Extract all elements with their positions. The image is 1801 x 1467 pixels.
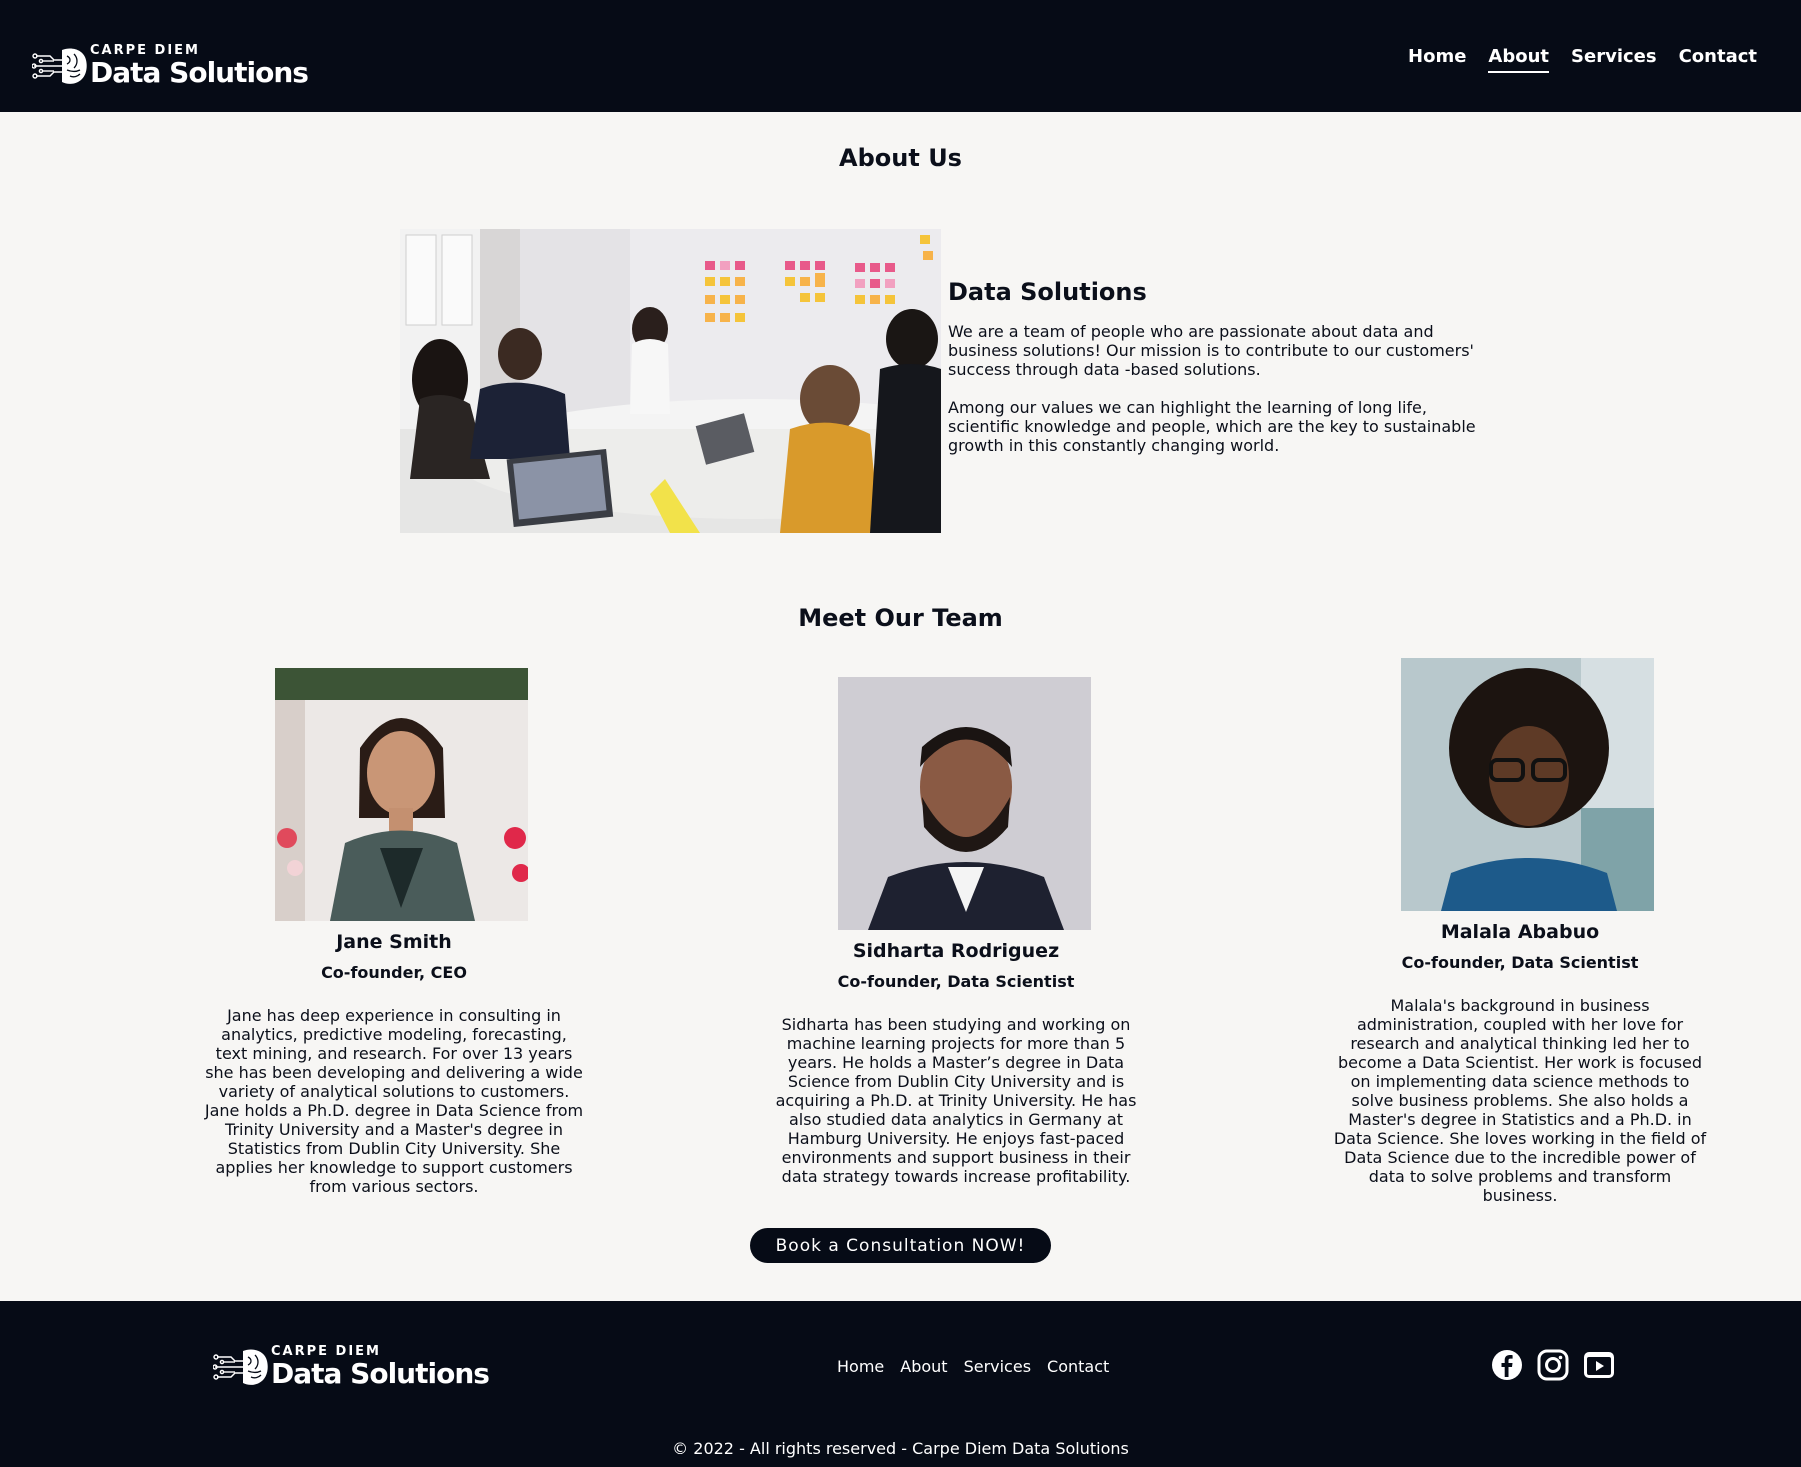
site-footer: CARPE DIEM Data Solutions Home About Ser… bbox=[0, 1301, 1801, 1467]
member-bio: Malala's background in business administ… bbox=[1333, 996, 1707, 1205]
about-heading: Data Solutions bbox=[948, 278, 1147, 306]
about-text-block: Data Solutions We are a team of people w… bbox=[948, 278, 1488, 474]
nav-home[interactable]: Home bbox=[1408, 46, 1466, 73]
member-name: Malala Ababuo bbox=[1440, 921, 1600, 943]
instagram-icon[interactable] bbox=[1537, 1349, 1569, 1381]
brain-circuit-icon bbox=[213, 1349, 268, 1385]
team-meeting-image bbox=[400, 229, 941, 533]
about-title: About Us bbox=[839, 144, 962, 172]
team-member-card: Jane Smith Co-founder, CEO Jane has deep… bbox=[204, 668, 584, 1196]
facebook-icon[interactable] bbox=[1491, 1349, 1523, 1381]
main-nav: Home About Services Contact bbox=[1408, 46, 1757, 73]
member-bio: Sidharta has been studying and working o… bbox=[775, 1015, 1137, 1186]
member-role: Co-founder, CEO bbox=[321, 963, 467, 982]
team-member-card: Sidharta Rodriguez Co-founder, Data Scie… bbox=[775, 677, 1137, 1186]
footer-nav-services[interactable]: Services bbox=[964, 1357, 1031, 1376]
book-consultation-button[interactable]: Book a Consultation NOW! bbox=[750, 1228, 1051, 1263]
brain-circuit-icon bbox=[32, 48, 87, 84]
footer-logo[interactable]: CARPE DIEM Data Solutions bbox=[213, 1345, 490, 1390]
logo-title: Data Solutions bbox=[271, 1357, 490, 1390]
logo-title: Data Solutions bbox=[90, 56, 309, 89]
youtube-icon[interactable] bbox=[1583, 1349, 1615, 1381]
member-photo-sidharta bbox=[838, 677, 1091, 930]
nav-contact[interactable]: Contact bbox=[1679, 46, 1757, 73]
about-paragraph-1: We are a team of people who are passiona… bbox=[948, 322, 1474, 379]
member-name: Sidharta Rodriguez bbox=[852, 940, 1060, 962]
social-links bbox=[1491, 1349, 1615, 1381]
about-paragraph-2: Among our values we can highlight the le… bbox=[948, 398, 1476, 455]
nav-services[interactable]: Services bbox=[1571, 46, 1657, 73]
footer-nav: Home About Services Contact bbox=[837, 1357, 1109, 1376]
member-photo-jane bbox=[275, 668, 528, 921]
header-logo[interactable]: CARPE DIEM Data Solutions bbox=[32, 44, 309, 89]
footer-nav-home[interactable]: Home bbox=[837, 1357, 884, 1376]
member-bio: Jane has deep experience in consulting i… bbox=[204, 1006, 584, 1196]
team-member-card: Malala Ababuo Co-founder, Data Scientist… bbox=[1333, 658, 1707, 1205]
member-name: Jane Smith bbox=[336, 931, 452, 953]
footer-nav-about[interactable]: About bbox=[900, 1357, 947, 1376]
member-photo-malala bbox=[1401, 658, 1654, 911]
team-title: Meet Our Team bbox=[798, 604, 1003, 632]
nav-about[interactable]: About bbox=[1488, 46, 1550, 73]
footer-nav-contact[interactable]: Contact bbox=[1047, 1357, 1109, 1376]
site-header: CARPE DIEM Data Solutions Home About Ser… bbox=[0, 0, 1801, 112]
copyright-text: © 2022 - All rights reserved - Carpe Die… bbox=[672, 1439, 1129, 1458]
member-role: Co-founder, Data Scientist bbox=[1401, 953, 1639, 972]
member-role: Co-founder, Data Scientist bbox=[837, 972, 1075, 991]
